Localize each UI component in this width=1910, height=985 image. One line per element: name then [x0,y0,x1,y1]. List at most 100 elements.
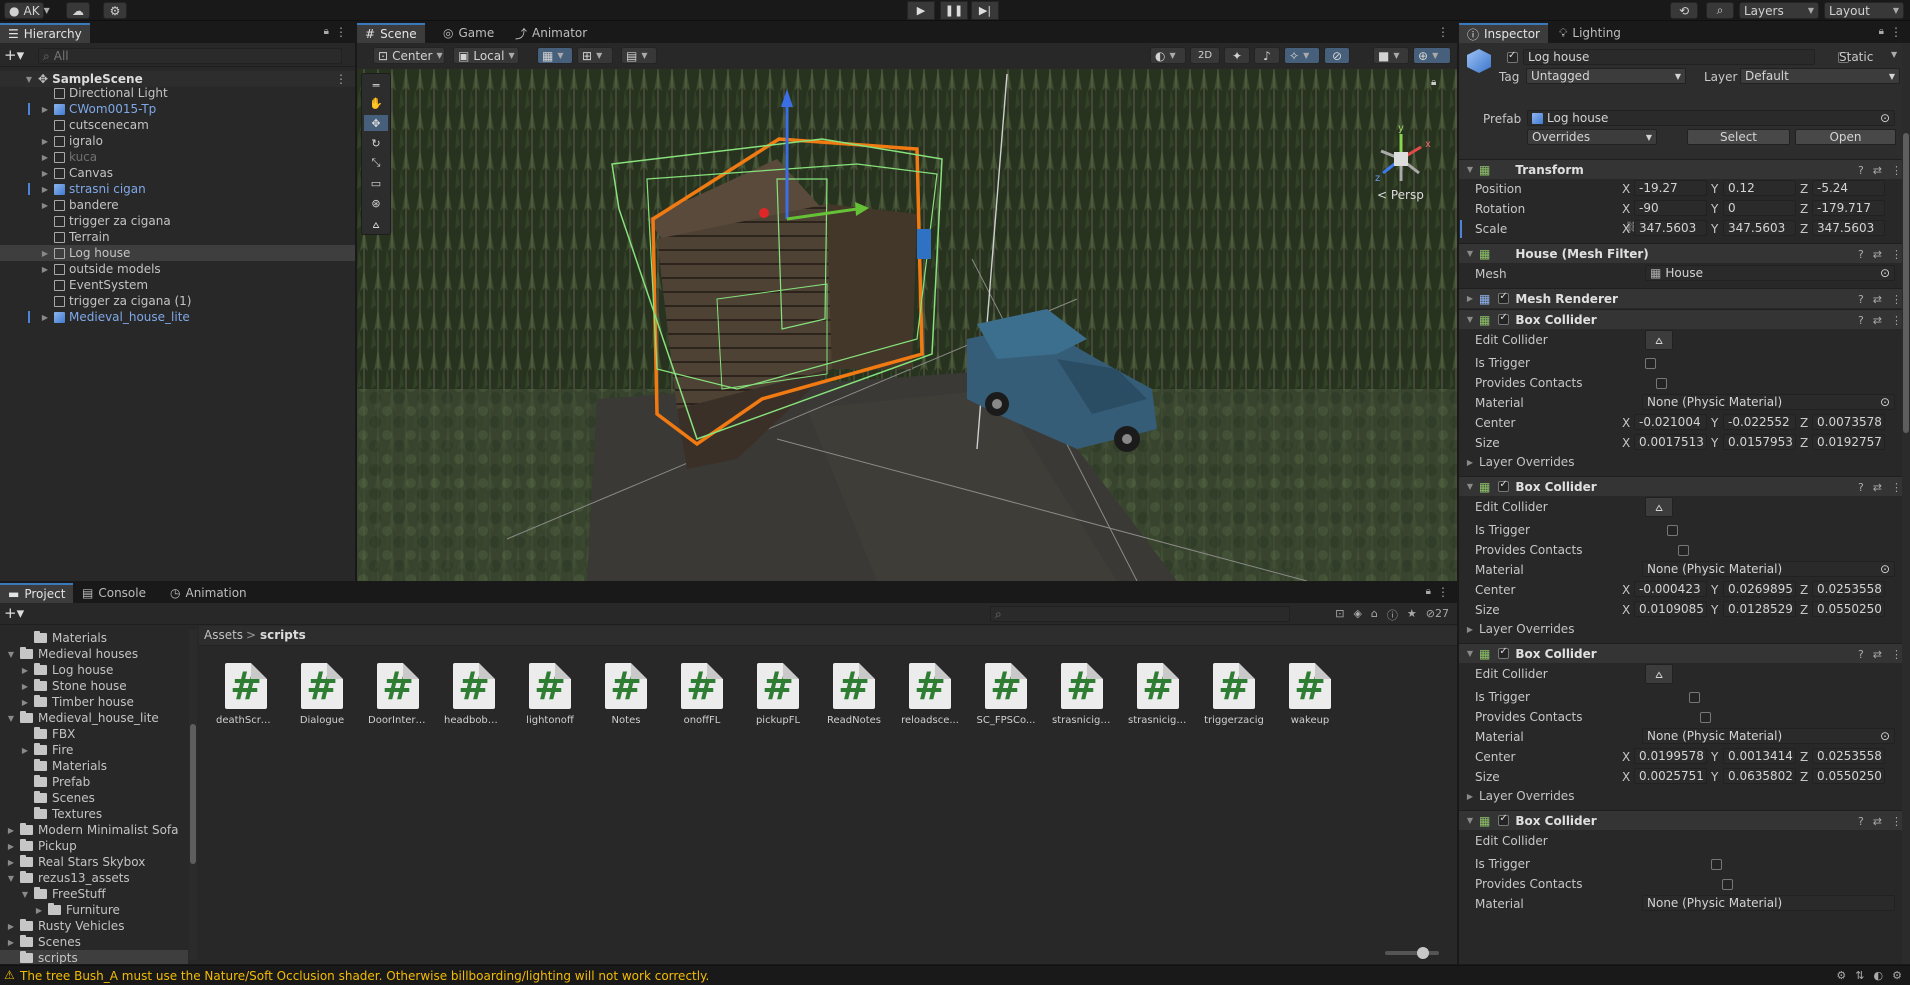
folder-toggle-icon[interactable]: ▶ [20,746,30,755]
folder-item[interactable]: scripts [0,950,188,964]
mesh-renderer-header[interactable]: ▶ ▦ Mesh Renderer? ⇄ ⋮ [1459,288,1910,308]
layer-overrides-foldout[interactable]: ▶ Layer Overrides [1459,454,1899,470]
help-icon[interactable]: ? [1858,248,1864,261]
chevron-right-icon[interactable]: ▶ [40,249,50,258]
target-icon[interactable]: ⊙ [1880,266,1890,280]
folder-item[interactable]: ▶ Modern Minimalist Sofa [0,822,188,838]
box-collider-header[interactable]: ▼ ▦ Box Collider? ⇄ ⋮ [1459,309,1910,329]
chevron-down-icon[interactable]: ▼ [24,75,34,84]
chevron-right-icon[interactable]: ▶ [40,201,50,210]
size-x-field[interactable]: 0.0017513 [1634,434,1707,450]
tab-animation[interactable]: ◷ Animation [162,583,255,603]
snap-increment-button[interactable]: ⊞ ▼ [577,47,613,64]
preset-icon[interactable]: ⇄ [1873,248,1882,261]
help-icon[interactable]: ? [1858,164,1864,177]
chevron-down-icon[interactable]: ▼ [1465,249,1475,258]
settings-icon[interactable]: ⚙ [1892,969,1902,982]
hierarchy-item[interactable]: ▶ bandere [0,197,355,213]
progress-icon[interactable]: ◐ [1874,969,1884,982]
more-icon[interactable]: ⋮ [1437,585,1449,599]
size-x-field[interactable]: 0.0109085 [1634,601,1707,617]
layer-overrides-foldout[interactable]: ▶ Layer Overrides [1459,621,1899,637]
scrollbar-thumb[interactable] [190,724,196,864]
script-asset[interactable]: # onoffFL [672,663,732,726]
chevron-right-icon[interactable]: ▶ [1465,294,1475,303]
more-icon[interactable]: ⋮ [1891,164,1902,177]
hand-tool-icon[interactable]: ✋ [364,95,388,111]
target-icon[interactable]: ⊙ [1880,395,1890,409]
hierarchy-item[interactable]: Terrain [0,229,355,245]
rect-tool-icon[interactable]: ▭ [364,175,388,191]
hierarchy-item[interactable]: trigger za cigana (1) [0,293,355,309]
folder-toggle-icon[interactable]: ▶ [34,906,44,915]
camera-button[interactable]: ■ ▼ [1373,47,1409,64]
hierarchy-item[interactable]: Directional Light [0,85,355,101]
script-asset[interactable]: # reloadsce... [900,663,960,726]
folder-toggle-icon[interactable]: ▶ [20,682,30,691]
script-asset[interactable]: # ReadNotes [824,663,884,726]
folder-item[interactable]: Textures [0,806,188,822]
2d-toggle[interactable]: 2D [1190,47,1220,64]
edit-collider-button[interactable]: ⩟ [1645,330,1673,350]
folder-item[interactable]: ▼ Medieval_house_lite [0,710,188,726]
tab-console[interactable]: ▤ Console [74,583,154,603]
folder-item[interactable]: ▶ Timber house [0,694,188,710]
edit-collider-button[interactable]: ⩟ [1645,664,1673,684]
active-checkbox[interactable] [1507,50,1518,63]
center-x-field[interactable]: -0.000423 [1634,581,1707,597]
scale-x-field[interactable]: 347.5603 [1634,220,1707,236]
transform-tool-icon[interactable]: ⊛ [364,195,388,211]
chevron-down-icon[interactable]: ▼ [1465,315,1475,324]
breadcrumb-current[interactable]: scripts [260,628,306,642]
chevron-right-icon[interactable]: ▶ [40,153,50,162]
is-trigger-checkbox[interactable] [1689,692,1700,703]
center-z-field[interactable]: 0.0253558 [1812,748,1885,764]
position-x-field[interactable]: -19.27 [1634,180,1707,196]
grid-snap-button[interactable]: ▦ ▼ [537,47,573,64]
preset-icon[interactable]: ⇄ [1873,314,1882,327]
chevron-right-icon[interactable]: ▶ [40,105,50,114]
enabled-checkbox[interactable] [1498,479,1510,492]
hierarchy-item[interactable]: ▶ Canvas [0,165,355,181]
more-icon[interactable]: ⋮ [1891,314,1902,327]
mesh-filter-header[interactable]: ▼ ▦ House (Mesh Filter)? ⇄ ⋮ [1459,243,1910,263]
tab-hierarchy[interactable]: ☰ Hierarchy [0,23,90,43]
hierarchy-item[interactable]: ▶ kuca [0,149,355,165]
material-field[interactable]: None (Physic Material) ⊙ [1642,394,1895,410]
cloud-button[interactable]: ☁ [66,2,90,19]
more-icon[interactable]: ⋮ [1437,25,1449,39]
tag-icon[interactable]: ⌂ [1371,607,1378,623]
filter-label-icon[interactable]: ◈ [1353,607,1361,623]
layer-overrides-foldout[interactable]: ▶ Layer Overrides [1459,788,1899,804]
scale-tool-icon[interactable]: ⤡ [364,155,388,171]
grid-visibility-button[interactable]: ▤ ▼ [621,47,657,64]
folder-item[interactable]: ▶ Log house [0,662,188,678]
hierarchy-item[interactable]: ▶ Log house [0,245,355,261]
folder-item[interactable]: Materials [0,758,188,774]
more-icon[interactable]: ⋮ [1891,293,1902,306]
star-icon[interactable]: ★ [1407,607,1417,623]
folder-item[interactable]: ▶ Furniture [0,902,188,918]
folder-item[interactable]: ▼ Medieval houses [0,646,188,662]
position-y-field[interactable]: 0.12 [1723,180,1796,196]
provides-contacts-checkbox[interactable] [1656,378,1667,389]
hierarchy-item[interactable]: EventSystem [0,277,355,293]
center-y-field[interactable]: -0.022552 [1723,414,1796,430]
size-y-field[interactable]: 0.0635802 [1723,768,1796,784]
chevron-right-icon[interactable]: ▶ [1465,625,1475,634]
object-name-input[interactable]: Log house [1523,49,1815,65]
add-icon[interactable]: +▾ [4,46,24,64]
enabled-checkbox[interactable] [1498,291,1510,304]
chevron-right-icon[interactable]: ▶ [40,265,50,274]
audio-toggle[interactable]: ♪ [1254,47,1280,64]
folder-toggle-icon[interactable]: ▼ [6,714,16,723]
lock-icon[interactable]: 🔒︎ [1879,26,1884,37]
zoom-slider[interactable] [1385,947,1439,959]
gizmos-button[interactable]: ⊕ ▼ [1413,47,1451,64]
add-icon[interactable]: +▾ [4,604,24,622]
hierarchy-item[interactable]: cutscenecam [0,117,355,133]
layout-dropdown[interactable]: Layout ▼ [1824,2,1904,19]
script-asset[interactable]: # lightonoff [520,663,580,726]
folder-toggle-icon[interactable]: ▼ [20,890,30,899]
preset-icon[interactable]: ⇄ [1873,293,1882,306]
